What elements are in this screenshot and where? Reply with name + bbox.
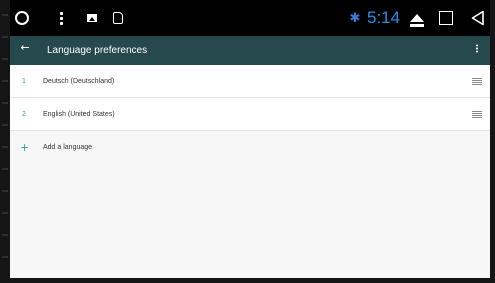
drag-handle-icon[interactable] [472,78,482,85]
add-language-label: Add a language [43,144,93,151]
language-name: English (United States) [43,111,115,118]
screen: ✱ 5:14 ← Language preferences 1 Deutsch … [0,0,495,283]
status-bar: ✱ 5:14 [10,0,490,36]
eject-icon[interactable] [408,0,426,36]
plus-icon: + [20,141,30,154]
menu-dots-icon[interactable] [54,0,68,36]
language-list: 1 Deutsch (Deutschland) 2 English (Unite… [10,65,490,278]
app-bar: ← Language preferences [10,36,490,65]
language-index: 1 [22,78,26,85]
language-item[interactable]: 1 Deutsch (Deutschland) [10,65,490,98]
status-clock: 5:14 [367,8,401,27]
recents-square-icon[interactable] [438,0,454,36]
overflow-menu-icon[interactable] [472,44,482,54]
bottom-bezel [0,278,495,283]
language-item[interactable]: 2 English (United States) [10,98,490,131]
back-arrow-icon[interactable]: ← [18,36,32,58]
bluetooth-icon: ✱ [349,10,361,26]
page-title: Language preferences [47,45,148,56]
home-circle-icon[interactable] [12,0,32,36]
drag-handle-icon[interactable] [472,111,482,118]
add-language-button[interactable]: + Add a language [10,131,490,164]
language-index: 2 [22,111,26,118]
bezel-texture [2,14,8,274]
sd-card-icon [110,0,126,36]
right-bezel [490,0,495,283]
left-bezel [0,0,10,283]
back-triangle-icon[interactable] [470,0,486,36]
language-name: Deutsch (Deutschland) [43,78,115,85]
image-icon [84,0,100,36]
